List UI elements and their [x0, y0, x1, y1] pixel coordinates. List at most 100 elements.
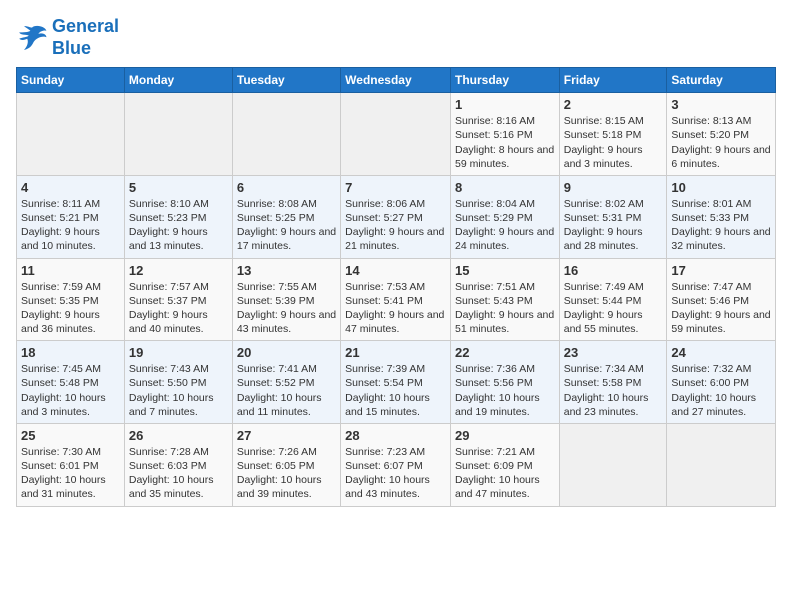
- calendar-cell: 13 Sunrise: 7:55 AM Sunset: 5:39 PM Dayli…: [232, 258, 340, 341]
- day-number: 20: [237, 345, 336, 360]
- day-number: 8: [455, 180, 555, 195]
- calendar-cell: 23Sunrise: 7:34 AM Sunset: 5:58 PM Dayli…: [559, 341, 667, 424]
- calendar-cell: 18 Sunrise: 7:45 AM Sunset: 5:48 PM Dayli…: [17, 341, 125, 424]
- calendar-cell: [17, 93, 125, 176]
- day-info: Sunrise: 8:11 AM Sunset: 5:21 PM Dayligh…: [21, 197, 120, 254]
- calendar-cell: 14 Sunrise: 7:53 AM Sunset: 5:41 PM Dayli…: [341, 258, 451, 341]
- day-number: 21: [345, 345, 446, 360]
- calendar-cell: 27 Sunrise: 7:26 AM Sunset: 6:05 PM Dayli…: [232, 423, 340, 506]
- logo-bird-icon: [16, 24, 48, 52]
- calendar-cell: 3 Sunrise: 8:13 AM Sunset: 5:20 PM Daylig…: [667, 93, 776, 176]
- day-number: 27: [237, 428, 336, 443]
- day-number: 12: [129, 263, 228, 278]
- day-info: Sunrise: 7:41 AM Sunset: 5:52 PM Dayligh…: [237, 362, 336, 419]
- day-info: Sunrise: 7:55 AM Sunset: 5:39 PM Dayligh…: [237, 280, 336, 337]
- day-number: 3: [671, 97, 771, 112]
- day-number: 7: [345, 180, 446, 195]
- day-info: Sunrise: 8:04 AM Sunset: 5:29 PM Dayligh…: [455, 197, 555, 254]
- calendar-cell: 24 Sunrise: 7:32 AM Sunset: 6:00 PM Dayli…: [667, 341, 776, 424]
- header-wednesday: Wednesday: [341, 68, 451, 93]
- calendar-week-row: 11Sunrise: 7:59 AM Sunset: 5:35 PM Dayli…: [17, 258, 776, 341]
- day-info: Sunrise: 7:49 AM Sunset: 5:44 PM Dayligh…: [564, 280, 663, 337]
- day-info: Sunrise: 7:21 AM Sunset: 6:09 PM Dayligh…: [455, 445, 555, 502]
- day-info: Sunrise: 8:10 AM Sunset: 5:23 PM Dayligh…: [129, 197, 228, 254]
- day-number: 1: [455, 97, 555, 112]
- day-number: 17: [671, 263, 771, 278]
- calendar-table: SundayMondayTuesdayWednesdayThursdayFrid…: [16, 67, 776, 506]
- calendar-cell: 17 Sunrise: 7:47 AM Sunset: 5:46 PM Dayli…: [667, 258, 776, 341]
- day-number: 15: [455, 263, 555, 278]
- day-number: 26: [129, 428, 228, 443]
- day-number: 2: [564, 97, 663, 112]
- day-info: Sunrise: 8:01 AM Sunset: 5:33 PM Dayligh…: [671, 197, 771, 254]
- day-info: Sunrise: 8:13 AM Sunset: 5:20 PM Dayligh…: [671, 114, 771, 171]
- calendar-cell: 6 Sunrise: 8:08 AM Sunset: 5:25 PM Daylig…: [232, 175, 340, 258]
- header-thursday: Thursday: [450, 68, 559, 93]
- day-number: 11: [21, 263, 120, 278]
- day-number: 22: [455, 345, 555, 360]
- day-number: 19: [129, 345, 228, 360]
- calendar-cell: [667, 423, 776, 506]
- header-tuesday: Tuesday: [232, 68, 340, 93]
- day-info: Sunrise: 7:30 AM Sunset: 6:01 PM Dayligh…: [21, 445, 120, 502]
- calendar-cell: 11Sunrise: 7:59 AM Sunset: 5:35 PM Dayli…: [17, 258, 125, 341]
- day-info: Sunrise: 7:32 AM Sunset: 6:00 PM Dayligh…: [671, 362, 771, 419]
- header-saturday: Saturday: [667, 68, 776, 93]
- calendar-cell: 26 Sunrise: 7:28 AM Sunset: 6:03 PM Dayli…: [124, 423, 232, 506]
- day-info: Sunrise: 8:02 AM Sunset: 5:31 PM Dayligh…: [564, 197, 663, 254]
- header-sunday: Sunday: [17, 68, 125, 93]
- calendar-week-row: 1Sunrise: 8:16 AM Sunset: 5:16 PM Daylig…: [17, 93, 776, 176]
- day-number: 24: [671, 345, 771, 360]
- day-info: Sunrise: 7:45 AM Sunset: 5:48 PM Dayligh…: [21, 362, 120, 419]
- day-number: 13: [237, 263, 336, 278]
- day-number: 16: [564, 263, 663, 278]
- day-number: 6: [237, 180, 336, 195]
- logo-text: General Blue: [52, 16, 119, 59]
- calendar-cell: 1Sunrise: 8:16 AM Sunset: 5:16 PM Daylig…: [450, 93, 559, 176]
- calendar-cell: 29Sunrise: 7:21 AM Sunset: 6:09 PM Dayli…: [450, 423, 559, 506]
- day-info: Sunrise: 8:08 AM Sunset: 5:25 PM Dayligh…: [237, 197, 336, 254]
- day-info: Sunrise: 7:26 AM Sunset: 6:05 PM Dayligh…: [237, 445, 336, 502]
- page-header: General Blue: [16, 16, 776, 59]
- day-number: 14: [345, 263, 446, 278]
- day-info: Sunrise: 7:34 AM Sunset: 5:58 PM Dayligh…: [564, 362, 663, 419]
- day-info: Sunrise: 8:06 AM Sunset: 5:27 PM Dayligh…: [345, 197, 446, 254]
- day-number: 9: [564, 180, 663, 195]
- calendar-cell: 16 Sunrise: 7:49 AM Sunset: 5:44 PM Dayli…: [559, 258, 667, 341]
- day-info: Sunrise: 7:53 AM Sunset: 5:41 PM Dayligh…: [345, 280, 446, 337]
- logo: General Blue: [16, 16, 119, 59]
- calendar-cell: [124, 93, 232, 176]
- calendar-cell: 9 Sunrise: 8:02 AM Sunset: 5:31 PM Daylig…: [559, 175, 667, 258]
- day-info: Sunrise: 7:43 AM Sunset: 5:50 PM Dayligh…: [129, 362, 228, 419]
- calendar-cell: 28Sunrise: 7:23 AM Sunset: 6:07 PM Dayli…: [341, 423, 451, 506]
- calendar-cell: [559, 423, 667, 506]
- day-info: Sunrise: 7:36 AM Sunset: 5:56 PM Dayligh…: [455, 362, 555, 419]
- calendar-cell: 10 Sunrise: 8:01 AM Sunset: 5:33 PM Dayli…: [667, 175, 776, 258]
- calendar-cell: 12 Sunrise: 7:57 AM Sunset: 5:37 PM Dayli…: [124, 258, 232, 341]
- day-number: 25: [21, 428, 120, 443]
- calendar-cell: [232, 93, 340, 176]
- calendar-week-row: 18 Sunrise: 7:45 AM Sunset: 5:48 PM Dayli…: [17, 341, 776, 424]
- day-number: 18: [21, 345, 120, 360]
- calendar-cell: 20 Sunrise: 7:41 AM Sunset: 5:52 PM Dayli…: [232, 341, 340, 424]
- day-info: Sunrise: 7:57 AM Sunset: 5:37 PM Dayligh…: [129, 280, 228, 337]
- day-info: Sunrise: 8:15 AM Sunset: 5:18 PM Dayligh…: [564, 114, 663, 171]
- day-info: Sunrise: 7:28 AM Sunset: 6:03 PM Dayligh…: [129, 445, 228, 502]
- day-info: Sunrise: 7:51 AM Sunset: 5:43 PM Dayligh…: [455, 280, 555, 337]
- calendar-cell: 5 Sunrise: 8:10 AM Sunset: 5:23 PM Daylig…: [124, 175, 232, 258]
- calendar-header-row: SundayMondayTuesdayWednesdayThursdayFrid…: [17, 68, 776, 93]
- day-info: Sunrise: 7:39 AM Sunset: 5:54 PM Dayligh…: [345, 362, 446, 419]
- calendar-cell: 15 Sunrise: 7:51 AM Sunset: 5:43 PM Dayli…: [450, 258, 559, 341]
- day-number: 10: [671, 180, 771, 195]
- day-info: Sunrise: 7:47 AM Sunset: 5:46 PM Dayligh…: [671, 280, 771, 337]
- calendar-cell: 4 Sunrise: 8:11 AM Sunset: 5:21 PM Daylig…: [17, 175, 125, 258]
- calendar-week-row: 25 Sunrise: 7:30 AM Sunset: 6:01 PM Dayli…: [17, 423, 776, 506]
- calendar-cell: [341, 93, 451, 176]
- day-number: 28: [345, 428, 446, 443]
- day-number: 4: [21, 180, 120, 195]
- calendar-cell: 25 Sunrise: 7:30 AM Sunset: 6:01 PM Dayli…: [17, 423, 125, 506]
- day-number: 5: [129, 180, 228, 195]
- calendar-cell: 19 Sunrise: 7:43 AM Sunset: 5:50 PM Dayli…: [124, 341, 232, 424]
- calendar-cell: 8 Sunrise: 8:04 AM Sunset: 5:29 PM Daylig…: [450, 175, 559, 258]
- header-friday: Friday: [559, 68, 667, 93]
